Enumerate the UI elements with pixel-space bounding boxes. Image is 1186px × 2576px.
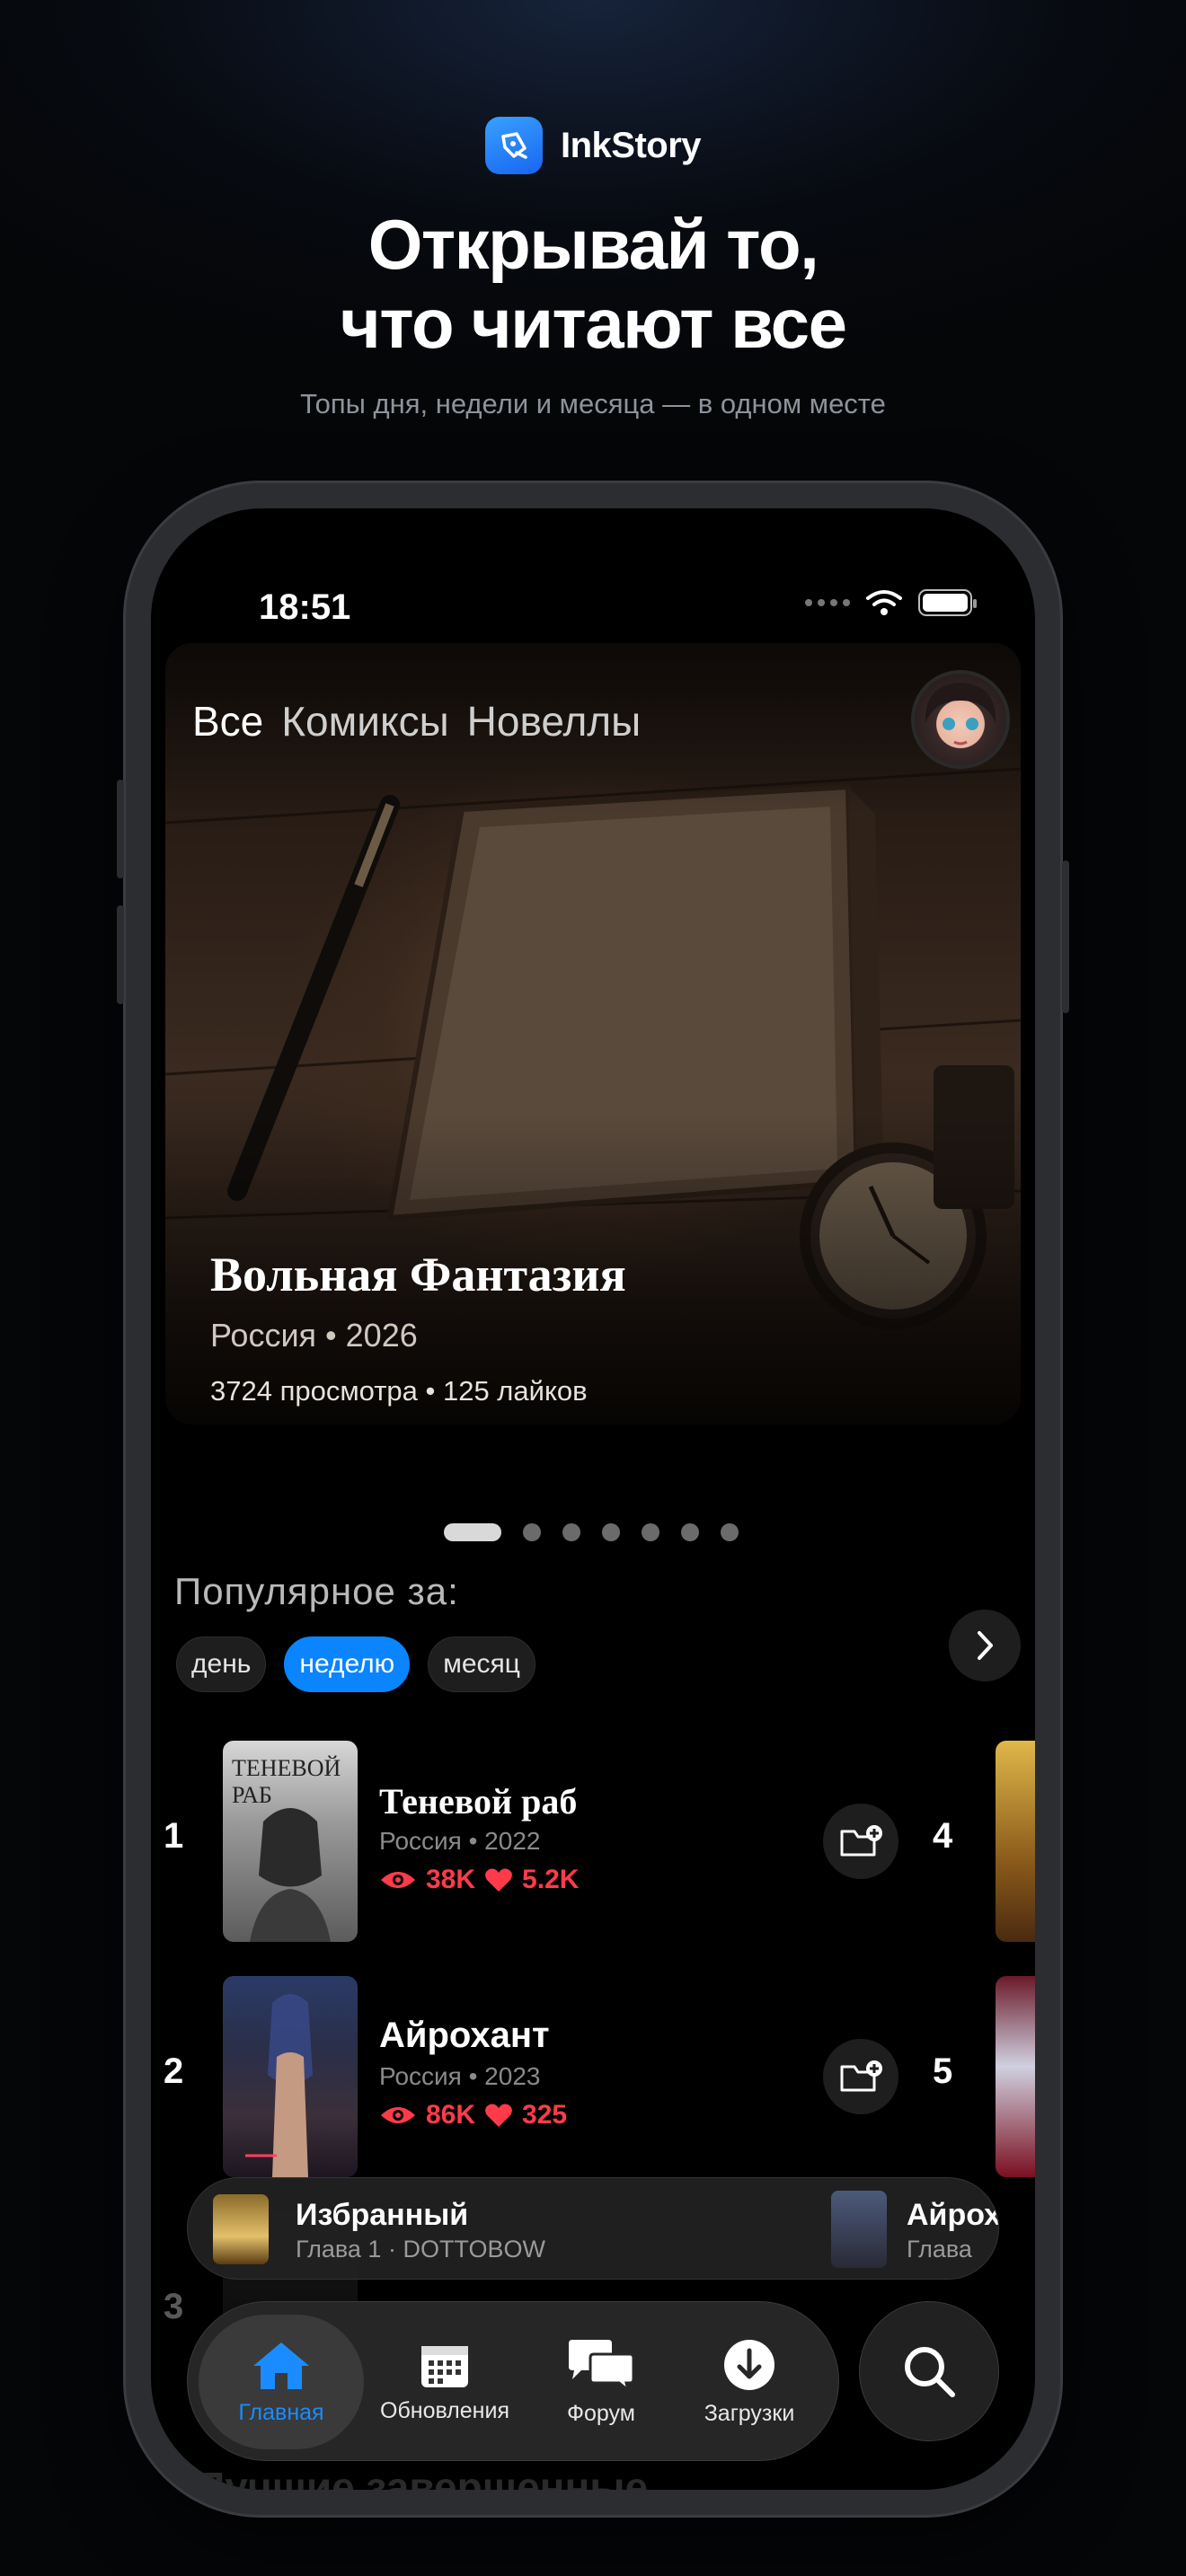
continue-title: Избранный (296, 2198, 469, 2232)
continue-cover[interactable] (213, 2194, 269, 2264)
eye-icon (381, 1872, 415, 1888)
likes-count: 5.2K (522, 1865, 580, 1894)
cover-art (250, 1808, 331, 1942)
volume-down-button (117, 905, 124, 1004)
page-dot[interactable] (681, 1523, 699, 1541)
tab-updates[interactable]: Обновления (364, 2315, 526, 2449)
home-icon (253, 2342, 309, 2389)
page-dot[interactable] (523, 1523, 541, 1541)
app-screen: Все Комиксы Новеллы Вольная Фантазия Рос… (151, 508, 1035, 2490)
side-button (1062, 860, 1069, 1013)
continue-cover[interactable] (831, 2191, 887, 2268)
search-icon (905, 2347, 955, 2397)
status-time: 18:51 (259, 587, 351, 627)
book-title: Теневой раб (379, 1781, 578, 1822)
book-stats: 38K 5.2K (379, 1865, 579, 1895)
ranking-item[interactable]: 2 Айрохант Россия • 2023 86K 325 5 (151, 1976, 1035, 2179)
rank-number-next-column: 5 (933, 2051, 953, 2091)
cover-art (245, 1994, 313, 2177)
next-column-cover[interactable] (996, 1976, 1035, 2177)
continue-subtitle: Глава 1 · DOTTOBOW (296, 2236, 545, 2263)
inkstory-logo-icon (484, 117, 543, 174)
tab-forum[interactable]: Форум (529, 2315, 673, 2449)
signal-icon (805, 599, 850, 606)
tab-home[interactable]: Главная (199, 2315, 364, 2449)
rank-number: 3 (164, 2287, 184, 2326)
page-dot[interactable] (562, 1523, 580, 1541)
continue-reading-bar[interactable]: Избранный Глава 1 · DOTTOBOW Айрохант Гл… (187, 2177, 999, 2280)
popular-next-button[interactable] (949, 1610, 1021, 1681)
heart-icon (485, 2104, 512, 2127)
status-icons (805, 589, 977, 616)
book-cover[interactable]: ТЕНЕВОЙ РАБ (223, 1741, 358, 1942)
headline: Открывай то, что читают все (0, 205, 1186, 363)
views-count: 86K (426, 2100, 476, 2130)
add-to-folder-button[interactable] (823, 2039, 898, 2114)
headline-line-2: что читают все (340, 284, 847, 363)
battery-icon (918, 589, 977, 616)
hero-pagination[interactable] (444, 1523, 739, 1541)
likes-count: 325 (522, 2100, 568, 2130)
continue-subtitle: Глава (907, 2236, 972, 2263)
views-count: 38K (426, 1865, 476, 1894)
rank-number-next-column: 4 (933, 1816, 953, 1856)
heart-icon (485, 1868, 512, 1892)
book-title: Айрохант (379, 2016, 550, 2055)
chat-bubbles-icon (569, 2339, 635, 2392)
brand-name: InkStory (560, 125, 702, 165)
book-meta: Россия • 2022 (379, 1827, 541, 1855)
subline: Топы дня, недели и месяца — в одном мест… (300, 388, 886, 419)
next-section-title: Лучшие завершенные (196, 2464, 649, 2490)
ranking-item[interactable]: 1 ТЕНЕВОЙ РАБ Теневой раб Россия • 2022 … (151, 1741, 1035, 1944)
next-column-cover[interactable] (996, 1741, 1035, 1942)
folder-add-icon (840, 1825, 882, 1857)
period-selector: день неделю месяц (176, 1636, 535, 1692)
hero-stats: 3724 просмотра • 125 лайков (210, 1375, 588, 1407)
period-chip-month[interactable]: месяц (428, 1636, 535, 1692)
tab-label: Загрузки (704, 2400, 795, 2426)
tab-label: Форум (567, 2400, 635, 2426)
add-to-folder-button[interactable] (823, 1804, 898, 1879)
hero-title: Вольная Фантазия (210, 1248, 626, 1301)
tab-label: Главная (238, 2399, 324, 2425)
hero-gradient-overlay (165, 643, 1021, 1425)
volume-up-button (117, 780, 124, 878)
period-chip-day[interactable]: день (176, 1636, 267, 1692)
rank-number: 2 (164, 2051, 184, 2091)
page-dot[interactable] (721, 1523, 739, 1541)
continue-title: Айрохант (907, 2198, 998, 2232)
period-chip-week[interactable]: неделю (284, 1636, 411, 1692)
book-meta: Россия • 2023 (379, 2062, 541, 2090)
page-dot[interactable] (642, 1523, 659, 1541)
calendar-icon (421, 2345, 468, 2387)
popular-section-title: Популярное за: (174, 1570, 459, 1612)
tab-all[interactable]: Все (192, 697, 263, 745)
wifi-icon (866, 590, 902, 615)
page-dot-active[interactable] (444, 1523, 501, 1541)
avatar-face-icon (925, 683, 996, 745)
tab-novels[interactable]: Новеллы (467, 697, 642, 745)
phone-frame: Все Комиксы Новеллы Вольная Фантазия Рос… (117, 483, 1069, 2515)
tab-label: Обновления (380, 2397, 509, 2423)
hero-meta: Россия • 2026 (210, 1317, 418, 1354)
hero-banner[interactable]: Все Комиксы Новеллы Вольная Фантазия Рос… (165, 643, 1021, 1425)
content-type-tabs: Все Комиксы Новеллы (192, 697, 641, 745)
download-icon (724, 2339, 774, 2390)
profile-avatar[interactable] (911, 670, 1010, 769)
search-button[interactable] (859, 2301, 999, 2441)
book-stats: 86K 325 (379, 2100, 567, 2130)
brand: InkStory (0, 117, 1186, 174)
tab-downloads[interactable]: Загрузки (673, 2315, 826, 2449)
page-dot[interactable] (602, 1523, 620, 1541)
folder-add-icon (840, 2060, 882, 2092)
rank-number: 1 (164, 1816, 184, 1856)
headline-line-1: Открывай то, (367, 205, 819, 284)
tab-comics[interactable]: Комиксы (281, 697, 448, 745)
chevron-right-icon (978, 1631, 993, 1660)
bottom-tab-bar: Главная Обновления Форум Загрузки (187, 2301, 839, 2461)
eye-icon (381, 2107, 415, 2123)
book-cover[interactable] (223, 1976, 358, 2177)
